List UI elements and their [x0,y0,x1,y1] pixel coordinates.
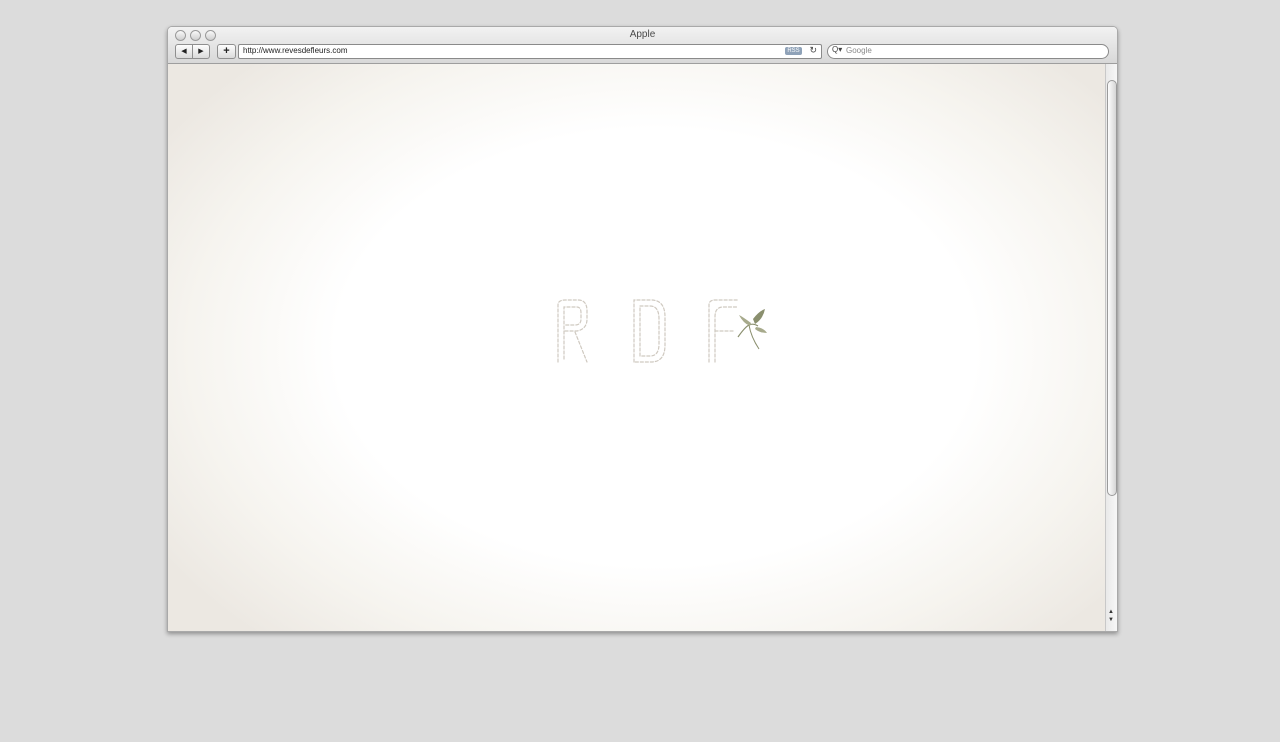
scroll-up-arrow[interactable]: ▲ [1108,609,1114,615]
scroll-down-arrow[interactable]: ▼ [1108,617,1114,623]
reload-icon[interactable]: ↻ [809,45,817,56]
browser-window: Apple ◀ ▶ + http://www.revesdefleurs.com… [167,26,1118,632]
address-bar[interactable]: http://www.revesdefleurs.com RSS ↻ [238,44,822,59]
window-title: Apple [629,29,656,40]
search-icon[interactable]: Q▾ [832,45,842,54]
title-bar: Apple ◀ ▶ + http://www.revesdefleurs.com… [168,27,1117,64]
add-bookmark-button[interactable]: + [217,44,236,59]
page-content [168,64,1106,631]
url-text[interactable]: http://www.revesdefleurs.com [243,46,347,55]
back-button[interactable]: ◀ [175,44,193,59]
scrollbar-thumb[interactable] [1107,80,1117,496]
flower-icon [737,309,767,350]
rdf-logo [557,299,767,363]
rss-badge[interactable]: RSS [785,47,802,55]
forward-button[interactable]: ▶ [193,44,210,59]
nav-buttons: ◀ ▶ [175,44,210,59]
vertical-scrollbar[interactable]: ▲ ▼ [1105,64,1117,631]
search-placeholder: Google [846,46,872,55]
search-field[interactable]: Q▾ Google [827,44,1109,59]
